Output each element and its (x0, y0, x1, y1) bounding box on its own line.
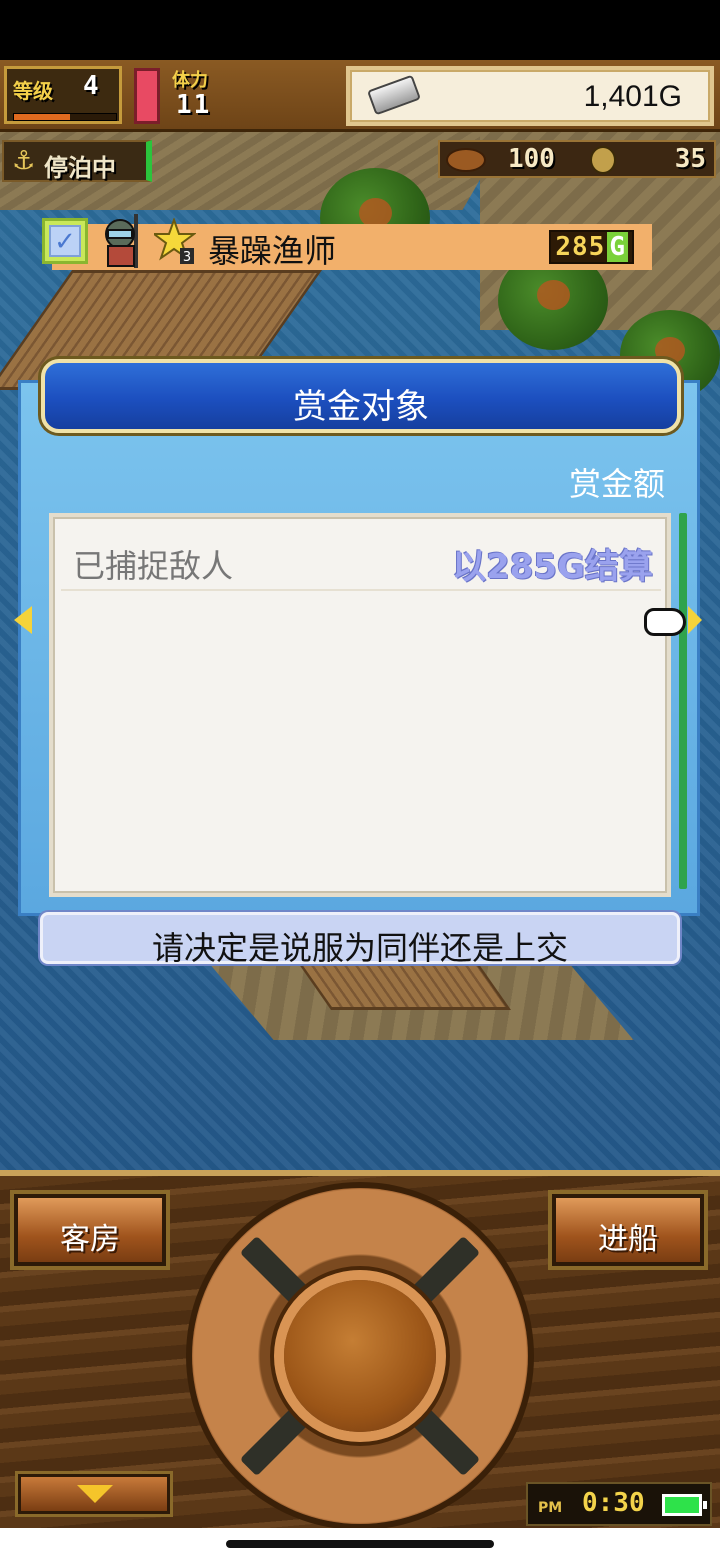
dialog-title: 赏金对象 (293, 387, 429, 427)
food-icon (446, 148, 486, 172)
arrow-left-icon[interactable] (14, 606, 32, 634)
enemy-list: 已捕捉敌人 以285G结算 (49, 513, 671, 897)
fisherman-portrait-icon (105, 214, 138, 268)
dialog-header: 赏金对象 (41, 359, 681, 433)
stamina-label: 体力 (172, 70, 208, 91)
docked-label: 停泊中 (44, 154, 116, 182)
clock-time: 0:30 (582, 1488, 645, 1518)
board-ship-label: 进船 (598, 1222, 658, 1257)
bottom-console: 客房 进船 PM 0:30 (0, 1170, 720, 1528)
enemy-name: 暴躁渔师 (208, 232, 337, 270)
wood-value: 35 (674, 144, 706, 174)
menu-toggle-button[interactable] (18, 1474, 170, 1514)
bounty-amount-badge: 285 G (549, 230, 634, 264)
bounty-number: 285 (555, 232, 606, 262)
battery-fill (665, 1497, 699, 1513)
food-value: 100 (508, 144, 555, 174)
chevron-down-icon (77, 1485, 113, 1503)
bounty-dialog: 赏金对象 赏金额 已捕捉敌人 以285G结算 (18, 359, 700, 916)
exp-fill (14, 114, 71, 120)
list-divider (61, 589, 661, 591)
star-rank-icon: 3 (154, 218, 196, 265)
home-area (0, 1528, 720, 1560)
battery-icon (662, 1494, 707, 1516)
gold-box: 1,401G (346, 66, 714, 126)
rank-number: 3 (183, 250, 191, 265)
list-header-label: 已捕捉敌人 (73, 547, 234, 585)
list-scrollbar[interactable] (679, 513, 687, 889)
guest-room-label: 客房 (60, 1222, 120, 1257)
bounty-column-header: 赏金额 (568, 465, 665, 503)
bounty-unit: G (607, 232, 628, 262)
list-header-total: 以285G结算 (452, 547, 653, 587)
anchor-icon: ⚓ (12, 146, 36, 176)
level-label: 等级 (13, 79, 53, 103)
arrow-right-icon[interactable] (688, 606, 702, 634)
docked-status-badge: ⚓ 停泊中 (2, 140, 152, 182)
board-ship-button[interactable]: 进船 (552, 1194, 704, 1266)
stamina-value: 11 (176, 90, 212, 120)
home-indicator[interactable] (226, 1540, 494, 1548)
instruction-box: 请决定是说服为同伴还是上交 (40, 912, 680, 967)
ampm-label: PM (538, 1500, 563, 1516)
resources-panel: 100 35 (438, 140, 716, 178)
level-box: 等级 4 (4, 66, 122, 124)
wheel-center-button[interactable] (284, 1280, 436, 1432)
directional-wheel[interactable] (192, 1188, 528, 1524)
silver-bar-icon (367, 74, 421, 116)
level-value: 4 (83, 71, 99, 101)
checkmark-icon: ✓ (49, 225, 81, 257)
gold-value: 1,401G (583, 80, 682, 113)
list-item[interactable]: ✓ 3 暴躁渔师 285 G (42, 214, 652, 270)
clock-panel: PM 0:30 (526, 1482, 712, 1526)
status-bar (0, 0, 720, 60)
select-checkbox[interactable]: ✓ (42, 218, 88, 264)
stamina-fill (137, 71, 157, 121)
exp-bar (13, 113, 117, 121)
stamina-gauge (134, 68, 160, 124)
instruction-text: 请决定是说服为同伴还是上交 (151, 929, 568, 967)
guest-room-button[interactable]: 客房 (14, 1194, 166, 1266)
top-hud: 等级 4 体力 11 1,401G (0, 60, 720, 132)
coin-icon (590, 146, 616, 174)
pointing-hand-icon (644, 608, 686, 636)
